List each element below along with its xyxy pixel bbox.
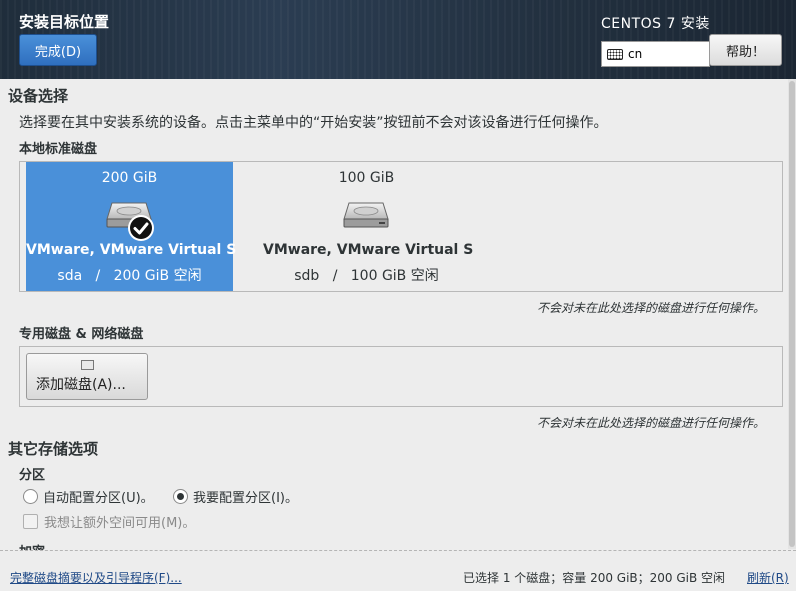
manual-partition-label: 我要配置分区(I)。 — [193, 491, 298, 506]
page-title: 安装目标位置 — [19, 13, 110, 31]
disk-summary-link[interactable]: 完整磁盘摘要以及引导程序(F)... — [10, 569, 182, 586]
selection-status: 已选择 1 个磁盘；容量 200 GiB；200 GiB 空闲 — [463, 571, 726, 585]
disk-device: sda — [57, 268, 83, 284]
auto-partition-radio[interactable]: 自动配置分区(U)。 — [23, 487, 154, 506]
disk-tile-sdb[interactable]: 100 GiB VMware, VMware Virtual S sdb / 1… — [263, 162, 474, 291]
disk-size: 100 GiB — [338, 170, 395, 186]
special-disks-note: 不会对未在此处选择的磁盘进行任何操作。 — [537, 416, 766, 430]
disk-info: sdb / 100 GiB 空闲 — [263, 265, 470, 285]
disk-name: VMware, VMware Virtual S — [263, 242, 474, 258]
product-title: CENTOS 7 安装 — [601, 16, 710, 32]
keyboard-layout-indicator[interactable]: cn — [601, 41, 710, 67]
header-bar: 安装目标位置 完成(D) CENTOS 7 安装 cn 帮助！ — [0, 0, 796, 79]
footer-bar: 完整磁盘摘要以及引导程序(F)... 已选择 1 个磁盘；容量 200 GiB；… — [0, 553, 796, 591]
add-disk-label: 添加磁盘(A)... — [36, 377, 126, 393]
partition-label: 分区 — [19, 468, 46, 483]
disk-device: sdb — [294, 268, 320, 284]
disk-free: 100 GiB 空闲 — [350, 268, 439, 284]
device-selection-title: 设备选择 — [8, 87, 69, 105]
special-disks-label: 专用磁盘 & 网络磁盘 — [19, 327, 144, 342]
scroll-thumb[interactable] — [789, 81, 795, 547]
checkbox[interactable] — [23, 514, 38, 529]
local-disks-panel: 200 GiB VMware, VMware Virtual S sda / 2… — [19, 161, 783, 292]
done-button[interactable]: 完成(D) — [19, 34, 97, 66]
disk-mini-icon — [81, 360, 94, 370]
refresh-link[interactable]: 刷新(R) — [747, 569, 789, 586]
disk-free: 200 GiB 空闲 — [113, 268, 202, 284]
keyboard-layout-label: cn — [628, 47, 643, 61]
other-options-title: 其它存储选项 — [8, 440, 99, 458]
auto-partition-label: 自动配置分区(U)。 — [43, 491, 154, 506]
radio-button-selected[interactable] — [173, 489, 188, 504]
disk-separator: / — [332, 268, 338, 284]
selected-check-icon — [128, 215, 154, 241]
disk-name: VMware, VMware Virtual S — [26, 242, 237, 258]
disk-tile-sda[interactable]: 200 GiB VMware, VMware Virtual S sda / 2… — [26, 162, 237, 291]
special-disks-panel: 添加磁盘(A)... — [19, 346, 783, 407]
encryption-label: 加密 — [19, 541, 45, 550]
hard-disk-icon — [343, 202, 389, 228]
extra-space-label: 我想让额外空间可用(M)。 — [44, 516, 196, 531]
disk-size: 200 GiB — [101, 170, 158, 186]
extra-space-checkbox[interactable]: 我想让额外空间可用(M)。 — [23, 512, 195, 531]
main-content: 设备选择 选择要在其中安装系统的设备。点击主菜单中的“开始安装”按钮前不会对该设… — [0, 79, 796, 551]
device-selection-description: 选择要在其中安装系统的设备。点击主菜单中的“开始安装”按钮前不会对该设备进行任何… — [19, 115, 608, 131]
local-disks-note: 不会对未在此处选择的磁盘进行任何操作。 — [537, 301, 766, 315]
local-disks-label: 本地标准磁盘 — [19, 142, 98, 157]
disk-info: sda / 200 GiB 空闲 — [26, 265, 233, 285]
divider — [0, 550, 796, 551]
help-button[interactable]: 帮助！ — [709, 34, 782, 66]
scrollbar[interactable] — [788, 79, 796, 549]
add-disk-button[interactable]: 添加磁盘(A)... — [26, 353, 148, 400]
keyboard-icon — [607, 48, 623, 60]
manual-partition-radio[interactable]: 我要配置分区(I)。 — [173, 487, 298, 506]
radio-button[interactable] — [23, 489, 38, 504]
disk-separator: / — [95, 268, 101, 284]
